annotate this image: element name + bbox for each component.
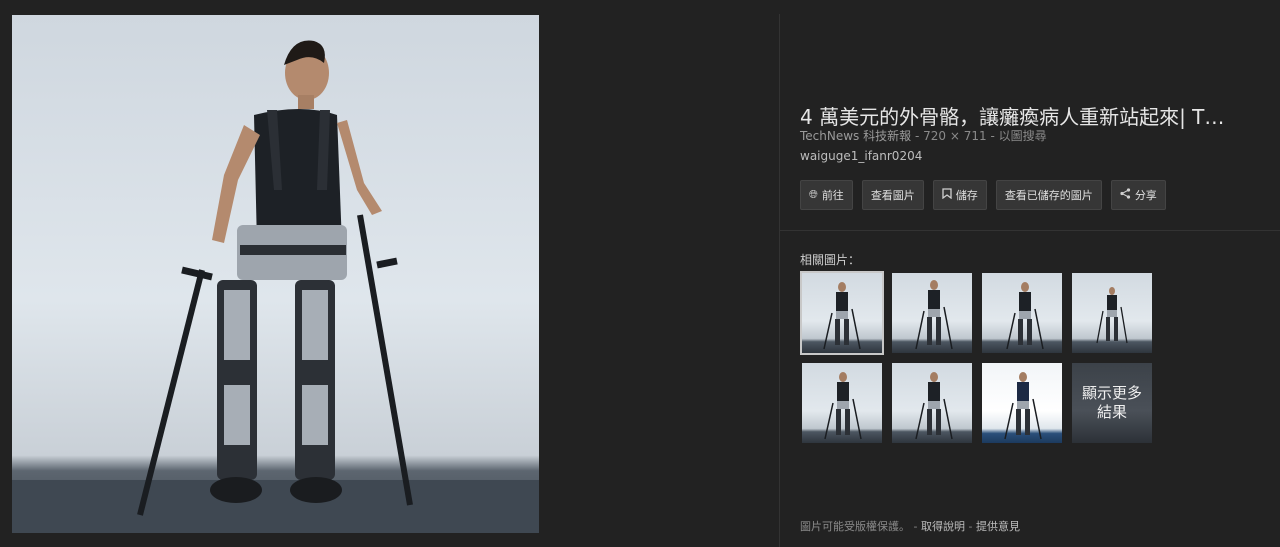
help-link[interactable]: 取得說明 [921,520,965,533]
visit-label: 前往 [821,189,844,202]
meta-separator: - [990,129,995,143]
image-preview-panel [0,0,780,547]
feedback-link[interactable]: 提供意見 [976,520,1020,533]
globe-icon: 🌐︎ [809,188,818,201]
footer-separator: - [968,520,973,533]
bookmark-icon [942,188,952,202]
action-buttons: 🌐︎ 前往 查看圖片 儲存 查看已儲存的圖片 分享 [800,180,1166,210]
related-images-label: 相關圖片： [800,253,861,267]
exoskeleton-photo [12,40,539,533]
save-button[interactable]: 儲存 [932,180,987,210]
view-image-label: 查看圖片 [870,189,915,202]
share-button[interactable]: 分享 [1110,180,1166,210]
view-image-button[interactable]: 查看圖片 [861,180,924,210]
related-thumbnail[interactable] [1072,273,1152,353]
image-info-panel: 4 萬美元的外骨骼，讓癱瘓病人重新站起來| T… TechNews 科技新報 -… [780,0,1280,547]
source-site[interactable]: TechNews 科技新報 [800,129,911,143]
image-filename: waiguge1_ifanr0204 [800,149,923,163]
section-divider [780,230,1280,231]
related-thumbnail[interactable] [982,363,1062,443]
image-meta: TechNews 科技新報 - 720 × 711 - 以圖搜尋 [800,127,1047,144]
related-thumbnail[interactable] [892,363,972,443]
meta-separator: - [914,129,920,143]
save-label: 儲存 [955,189,978,202]
related-thumbnail[interactable] [982,273,1062,353]
main-image[interactable] [12,15,539,533]
search-by-image-link[interactable]: 以圖搜尋 [999,129,1047,143]
view-saved-button[interactable]: 查看已儲存的圖片 [995,180,1102,210]
share-icon [1120,188,1131,202]
view-saved-label: 查看已儲存的圖片 [1004,189,1093,202]
show-more-results-tile[interactable]: 顯示更多結果 [1072,363,1152,443]
share-label: 分享 [1134,189,1157,202]
related-thumbnail[interactable] [802,363,882,443]
related-thumbnail[interactable] [892,273,972,353]
image-dimensions: 720 × 711 [923,129,987,143]
visit-button[interactable]: 🌐︎ 前往 [800,180,853,210]
footer: 圖片可能受版權保護。 - 取得說明 - 提供意見 [800,518,1020,534]
image-title[interactable]: 4 萬美元的外骨骼，讓癱瘓病人重新站起來| T… [800,101,1262,130]
related-thumbnail[interactable] [800,271,884,355]
copyright-notice: 圖片可能受版權保護。 [800,520,910,533]
show-more-results-label: 顯示更多結果 [1082,384,1143,421]
footer-separator: - [913,520,918,533]
